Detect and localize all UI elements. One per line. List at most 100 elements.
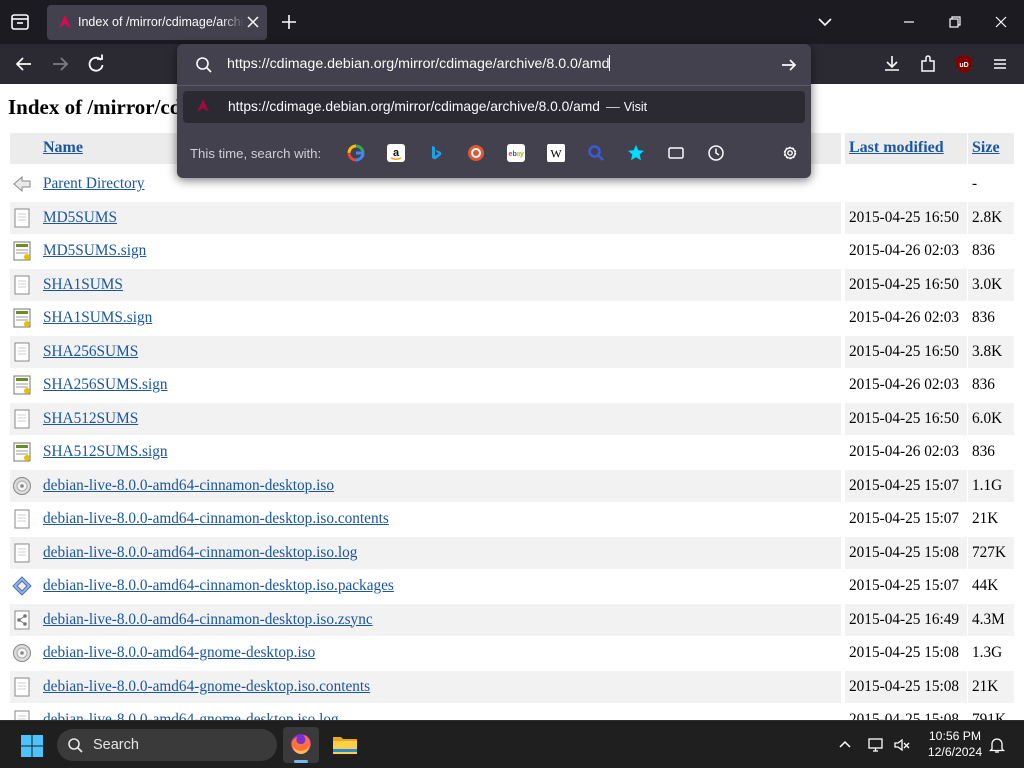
sort-by-name-link[interactable]: Name xyxy=(43,139,83,157)
search-icon xyxy=(196,57,212,73)
row-size-cell: 1.3G xyxy=(968,637,1014,669)
sort-by-size-link[interactable]: Size xyxy=(972,139,1000,157)
file-link[interactable]: debian-live-8.0.0-amd64-cinnamon-desktop… xyxy=(43,577,394,595)
row-date-cell: 2015-04-26 02:03 xyxy=(845,235,967,267)
file-link[interactable]: debian-live-8.0.0-amd64-gnome-desktop.is… xyxy=(43,644,315,662)
file-link[interactable]: SHA512SUMS xyxy=(43,410,138,428)
taskbar-firefox[interactable] xyxy=(283,727,319,763)
file-link[interactable]: MD5SUMS.sign xyxy=(43,242,146,260)
new-tab-icon[interactable] xyxy=(280,13,298,31)
sort-by-modified-link[interactable]: Last modified xyxy=(849,139,944,157)
taskbar-search-box[interactable]: Search xyxy=(57,729,277,761)
reload-icon[interactable] xyxy=(86,54,106,74)
file-link[interactable]: debian-live-8.0.0-amd64-gnome-desktop.is… xyxy=(43,711,339,720)
file-icon xyxy=(14,710,30,720)
row-date-cell: 2015-04-26 02:03 xyxy=(845,302,967,334)
signed-file-icon xyxy=(13,375,31,395)
row-date-cell: 2015-04-25 16:50 xyxy=(845,335,967,368)
windows-start-icon[interactable] xyxy=(20,734,44,758)
file-modified: 2015-04-25 16:50 xyxy=(849,208,960,226)
tab-title: Index of /mirror/cdimage/archive/8.0.0/a… xyxy=(78,15,244,29)
extensions-icon[interactable] xyxy=(918,54,938,74)
search-settings-gear-icon[interactable] xyxy=(781,144,799,162)
row-size-cell: 836 xyxy=(968,436,1014,468)
tabs-icon[interactable] xyxy=(667,144,685,162)
file-size: 4.3M xyxy=(972,610,1005,628)
row-icon-cell xyxy=(10,168,39,200)
tab-close-icon[interactable] xyxy=(246,15,260,29)
amazon-icon[interactable]: a xyxy=(387,144,405,162)
forward-arrow-icon[interactable] xyxy=(50,54,70,74)
hamburger-menu-icon[interactable] xyxy=(990,54,1010,74)
file-link[interactable]: SHA256SUMS xyxy=(43,343,138,361)
disc-icon xyxy=(13,476,31,495)
file-modified: 2015-04-25 15:07 xyxy=(849,510,960,527)
search-engine-icon[interactable] xyxy=(587,144,605,162)
file-link[interactable]: SHA1SUMS.sign xyxy=(43,309,152,327)
notifications-bell-icon[interactable] xyxy=(988,736,1006,754)
tab-active[interactable]: Index of /mirror/cdimage/archive/8.0.0/a… xyxy=(47,5,267,40)
taskbar-clock[interactable]: 10:56 PM 12/6/2024 xyxy=(915,728,995,760)
file-icon xyxy=(14,677,30,696)
go-arrow-icon[interactable] xyxy=(779,55,799,75)
signed-file-icon xyxy=(13,308,31,328)
minimize-icon[interactable] xyxy=(901,14,917,30)
table-row: SHA1SUMS.sign 2015-04-26 02:03 836 xyxy=(10,302,1014,334)
file-size: 3.0K xyxy=(972,275,1003,293)
url-input[interactable]: https://cdimage.debian.org/mirror/cdimag… xyxy=(227,55,727,75)
page-content: Index of /mirror/cd Name Last modified S… xyxy=(0,84,1024,720)
row-date-cell: 2015-04-25 15:07 xyxy=(845,503,967,535)
file-link[interactable]: SHA1SUMS xyxy=(43,276,123,294)
volume-muted-icon[interactable] xyxy=(893,736,911,754)
row-name-cell: SHA512SUMS xyxy=(39,402,841,435)
svg-text:y: y xyxy=(520,151,524,158)
file-link[interactable]: SHA512SUMS.sign xyxy=(43,443,168,461)
bing-icon[interactable] xyxy=(427,144,445,162)
ebay-icon[interactable]: e b a y xyxy=(507,144,525,162)
file-modified: 2015-04-25 15:07 xyxy=(849,476,960,494)
file-link[interactable]: Parent Directory xyxy=(43,175,145,193)
table-row: debian-live-8.0.0-amd64-cinnamon-desktop… xyxy=(10,570,1014,602)
file-link[interactable]: MD5SUMS xyxy=(43,209,117,227)
show-hidden-icons-chevron-icon[interactable] xyxy=(836,736,854,754)
bookmarks-icon[interactable] xyxy=(627,144,645,162)
row-icon-cell xyxy=(10,603,39,636)
row-date-cell: 2015-04-25 16:50 xyxy=(845,201,967,234)
duckduckgo-icon[interactable] xyxy=(467,144,485,162)
row-name-cell: debian-live-8.0.0-amd64-gnome-desktop.is… xyxy=(39,704,841,720)
taskbar-file-explorer[interactable] xyxy=(327,727,363,763)
urlbar-divider xyxy=(177,85,811,86)
row-size-cell: 4.3M xyxy=(968,603,1014,636)
restore-icon[interactable] xyxy=(947,14,963,30)
google-icon[interactable] xyxy=(347,144,365,162)
urlbar-panel: https://cdimage.debian.org/mirror/cdimag… xyxy=(177,44,811,178)
active-app-indicator xyxy=(294,760,308,763)
clock-time: 10:56 PM xyxy=(928,729,982,743)
history-icon[interactable] xyxy=(707,144,725,162)
file-link[interactable]: debian-live-8.0.0-amd64-cinnamon-desktop… xyxy=(43,544,357,562)
file-link[interactable]: debian-live-8.0.0-amd64-cinnamon-desktop… xyxy=(43,510,389,528)
firefox-view-button[interactable] xyxy=(8,10,32,34)
ublock-origin-button[interactable]: uD xyxy=(954,54,974,74)
url-suggestion-row[interactable]: https://cdimage.debian.org/mirror/cdimag… xyxy=(183,91,805,123)
back-arrow-icon[interactable] xyxy=(14,54,34,74)
table-row: debian-live-8.0.0-amd64-gnome-desktop.is… xyxy=(10,670,1014,703)
close-window-icon[interactable] xyxy=(993,14,1009,30)
file-link[interactable]: SHA256SUMS.sign xyxy=(43,376,168,394)
ublock-origin-icon: uD xyxy=(956,55,972,73)
file-link[interactable]: debian-live-8.0.0-amd64-cinnamon-desktop… xyxy=(43,477,334,495)
file-link[interactable]: debian-live-8.0.0-amd64-cinnamon-desktop… xyxy=(43,611,373,629)
firefox-icon xyxy=(291,734,311,754)
row-size-cell: 836 xyxy=(968,235,1014,267)
wikipedia-icon[interactable]: W xyxy=(547,144,565,162)
file-link[interactable]: debian-live-8.0.0-amd64-gnome-desktop.is… xyxy=(43,678,370,696)
list-all-tabs-icon[interactable] xyxy=(817,15,833,29)
downloads-icon[interactable] xyxy=(882,54,902,74)
network-icon[interactable] xyxy=(867,736,885,754)
disc-icon xyxy=(13,644,31,662)
row-icon-cell xyxy=(10,302,39,334)
clock-date: 12/6/2024 xyxy=(927,745,983,759)
file-modified: 2015-04-26 02:03 xyxy=(849,242,960,259)
package-icon xyxy=(12,576,32,596)
suggestion-separator: — xyxy=(605,99,620,114)
